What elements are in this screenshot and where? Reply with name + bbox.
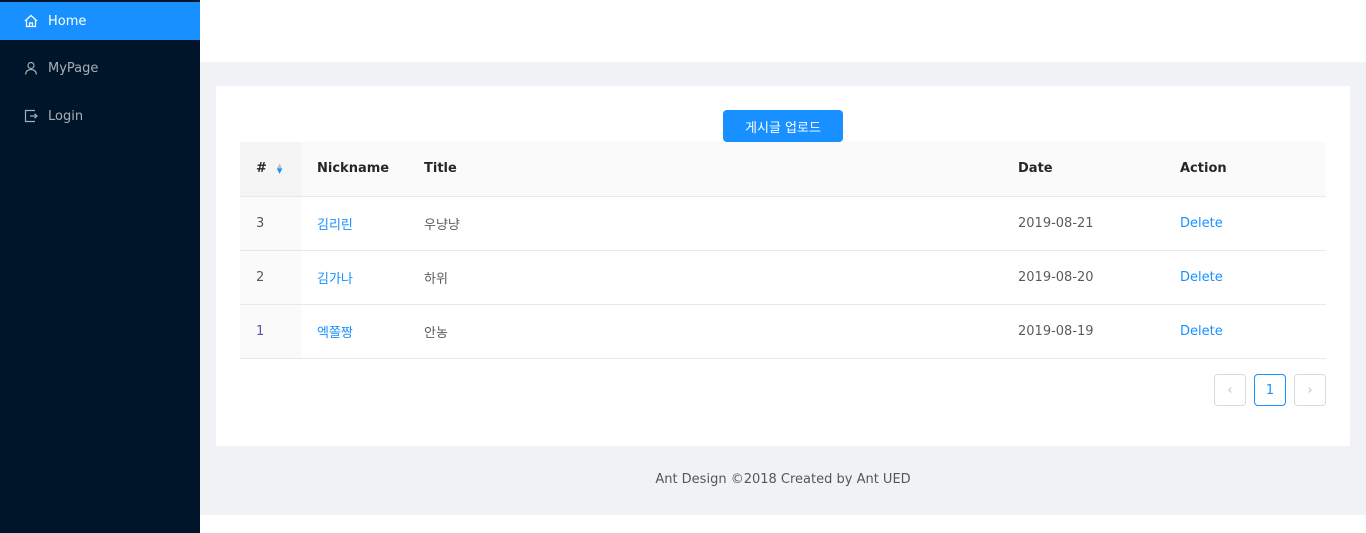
sidebar-item-home[interactable]: Home — [0, 0, 200, 40]
page-1-button[interactable]: 1 — [1254, 374, 1286, 406]
delete-link[interactable]: Delete — [1164, 196, 1326, 251]
column-header-date: Date — [1002, 142, 1164, 197]
post-date: 2019-08-19 — [1002, 304, 1164, 359]
user-icon — [24, 61, 38, 75]
table-row: 3 김리린 우냥냥 2019-08-21 Delete — [240, 196, 1326, 251]
sidebar-item-label: Login — [48, 108, 84, 124]
sidebar-item-label: Home — [48, 13, 87, 29]
chevron-right-icon: › — [1307, 382, 1313, 398]
table-row: 2 김가나 하위 2019-08-20 Delete — [240, 250, 1326, 305]
content: 게시글 업로드 # ▲ ▼ Nickname Title Date Action 3… — [200, 62, 1366, 515]
row-number: 2 — [240, 250, 301, 305]
sidebar-item-label: MyPage — [48, 60, 99, 76]
content-card: 게시글 업로드 # ▲ ▼ Nickname Title Date Action 3… — [216, 86, 1350, 446]
sidebar-item-mypage[interactable]: MyPage — [0, 48, 200, 88]
sidebar: Home MyPage Login — [0, 0, 200, 533]
delete-link[interactable]: Delete — [1164, 250, 1326, 305]
posts-table: # ▲ ▼ Nickname Title Date Action 3 김리린 우냥냥… — [240, 142, 1326, 359]
post-title: 하위 — [408, 250, 1002, 305]
home-icon — [24, 14, 38, 28]
table-row: 1 엑쫄짱 안농 2019-08-19 Delete — [240, 304, 1326, 359]
next-page-button[interactable]: › — [1294, 374, 1326, 406]
post-date: 2019-08-21 — [1002, 196, 1164, 251]
column-header-title: Title — [408, 142, 1002, 197]
sidebar-item-login[interactable]: Login — [0, 96, 200, 136]
chevron-left-icon: ‹ — [1227, 382, 1233, 398]
column-header-nickname: Nickname — [301, 142, 408, 197]
post-title: 우냥냥 — [408, 196, 1002, 251]
prev-page-button[interactable]: ‹ — [1214, 374, 1246, 406]
nickname-link[interactable]: 김리린 — [301, 196, 408, 251]
post-date: 2019-08-20 — [1002, 250, 1164, 305]
delete-link[interactable]: Delete — [1164, 304, 1326, 359]
post-title: 안농 — [408, 304, 1002, 359]
footer-text: Ant Design ©2018 Created by Ant UED — [655, 472, 911, 487]
login-icon — [24, 109, 38, 123]
nickname-link[interactable]: 엑쫄짱 — [301, 304, 408, 359]
sort-icon[interactable]: ▲ ▼ — [277, 162, 282, 174]
column-header-action: Action — [1164, 142, 1326, 197]
row-number: 3 — [240, 196, 301, 251]
row-number: 1 — [240, 304, 301, 359]
upload-post-button[interactable]: 게시글 업로드 — [723, 110, 843, 142]
header — [200, 0, 1366, 62]
nickname-link[interactable]: 김가나 — [301, 250, 408, 305]
pagination: ‹ 1 › — [1214, 374, 1326, 406]
column-header-number[interactable]: # ▲ ▼ — [240, 142, 301, 197]
